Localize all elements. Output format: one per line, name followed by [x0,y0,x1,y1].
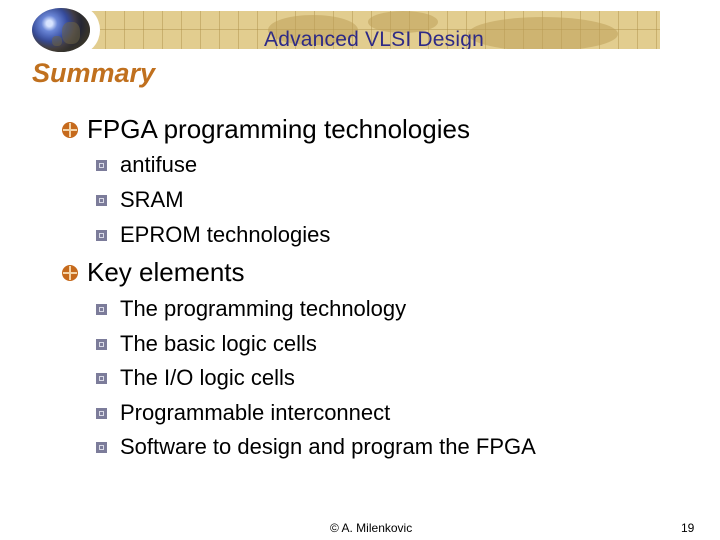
bullet-text: The basic logic cells [120,331,317,356]
bullet-level1: FPGA programming technologies [62,114,470,145]
bullet-level2: The I/O logic cells [96,365,295,391]
bullet-text: Key elements [87,257,245,287]
square-bullet-icon [96,372,107,384]
bullet-text: The programming technology [120,296,407,321]
bullet-text: antifuse [120,152,198,177]
slide-title: Summary [32,58,156,88]
bullet-level2: The basic logic cells [96,331,317,357]
footer-author: © A. Milenkovic [330,521,413,535]
crosshair-bullet-icon [62,121,78,138]
bullet-level2: Programmable interconnect [96,400,390,426]
bullet-text: FPGA programming technologies [87,114,470,144]
square-bullet-icon [96,441,107,453]
bullet-level2: antifuse [96,152,197,178]
bullet-level2: The programming technology [96,296,406,322]
bullet-level2: EPROM technologies [96,222,330,248]
bullet-text: Programmable interconnect [120,400,391,425]
bullet-level1: Key elements [62,257,245,288]
page-number: 19 [681,521,695,535]
bullet-text: SRAM [120,187,184,212]
square-bullet-icon [96,159,107,171]
bullet-level2: SRAM [96,187,184,213]
square-bullet-icon [96,407,107,419]
globe-icon [32,8,90,52]
square-bullet-icon [96,338,107,350]
bullet-text: EPROM technologies [120,222,331,247]
square-bullet-icon [96,229,107,241]
bullet-text: The I/O logic cells [120,365,295,390]
square-bullet-icon [96,303,107,315]
bullet-text: Software to design and program the FPGA [120,434,536,459]
square-bullet-icon [96,194,107,206]
course-title: Advanced VLSI Design [264,28,484,49]
bullet-level2: Software to design and program the FPGA [96,434,536,460]
header-banner: Advanced VLSI Design [68,11,660,49]
crosshair-bullet-icon [62,264,78,281]
